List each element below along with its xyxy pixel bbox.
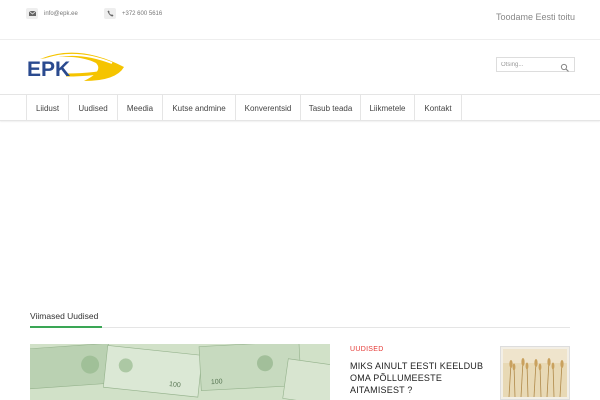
featured-news-image[interactable]: 100 100 <box>30 344 330 400</box>
nav-item-kutse-andmine[interactable]: Kutse andmine <box>163 95 236 121</box>
nav-item-liidust[interactable]: Liidust <box>27 95 69 121</box>
search-input[interactable] <box>501 61 561 68</box>
nav-item-label[interactable]: Kontakt <box>424 104 451 113</box>
news-thumbnail[interactable] <box>500 346 570 400</box>
search-box[interactable] <box>496 57 575 72</box>
nav-item-label[interactable]: Meedia <box>127 104 153 113</box>
nav-item-label[interactable]: Tasub teada <box>309 104 353 113</box>
news-headline[interactable]: MIKS AINULT EESTI KEELDUB OMA PÕLLUMEEST… <box>350 360 492 396</box>
nav-item-label[interactable]: Liidust <box>36 104 59 113</box>
email-text[interactable]: info@epk.ee <box>44 11 78 17</box>
phone-text[interactable]: +372 600 5616 <box>122 11 162 17</box>
site-tagline: Toodame Eesti toitu <box>495 12 575 22</box>
section-divider <box>30 327 570 328</box>
section-title: Viimased Uudised <box>30 311 99 321</box>
nav-item-label[interactable]: Uudised <box>78 104 107 113</box>
envelope-icon <box>26 8 38 19</box>
nav-item-uudised[interactable]: Uudised <box>69 95 118 121</box>
site-logo[interactable]: EPK <box>26 45 126 83</box>
nav-item-label[interactable]: Liikmetele <box>369 104 405 113</box>
contact-phone[interactable]: +372 600 5616 <box>104 8 162 19</box>
top-bar: info@epk.ee +372 600 5616 Toodame Eesti … <box>0 0 600 40</box>
nav-item-label[interactable]: Kutse andmine <box>172 104 225 113</box>
nav-menu: Liidust Uudised Meedia Kutse andmine Kon… <box>26 95 462 121</box>
nav-item-konverentsid[interactable]: Konverentsid <box>236 95 301 121</box>
logo-text: EPK <box>27 58 70 81</box>
nav-item-liikmetele[interactable]: Liikmetele <box>361 95 415 121</box>
nav-item-meedia[interactable]: Meedia <box>118 95 163 121</box>
section-accent-bar <box>30 326 102 328</box>
nav-item-kontakt[interactable]: Kontakt <box>415 95 462 121</box>
contact-email[interactable]: info@epk.ee <box>26 8 78 19</box>
nav-item-tasub-teada[interactable]: Tasub teada <box>301 95 361 121</box>
phone-icon <box>104 8 116 19</box>
news-category[interactable]: UUDISED <box>350 346 384 353</box>
search-icon[interactable] <box>560 60 570 72</box>
nav-item-label[interactable]: Konverentsid <box>245 104 292 113</box>
main-navigation: Liidust Uudised Meedia Kutse andmine Kon… <box>0 94 600 121</box>
